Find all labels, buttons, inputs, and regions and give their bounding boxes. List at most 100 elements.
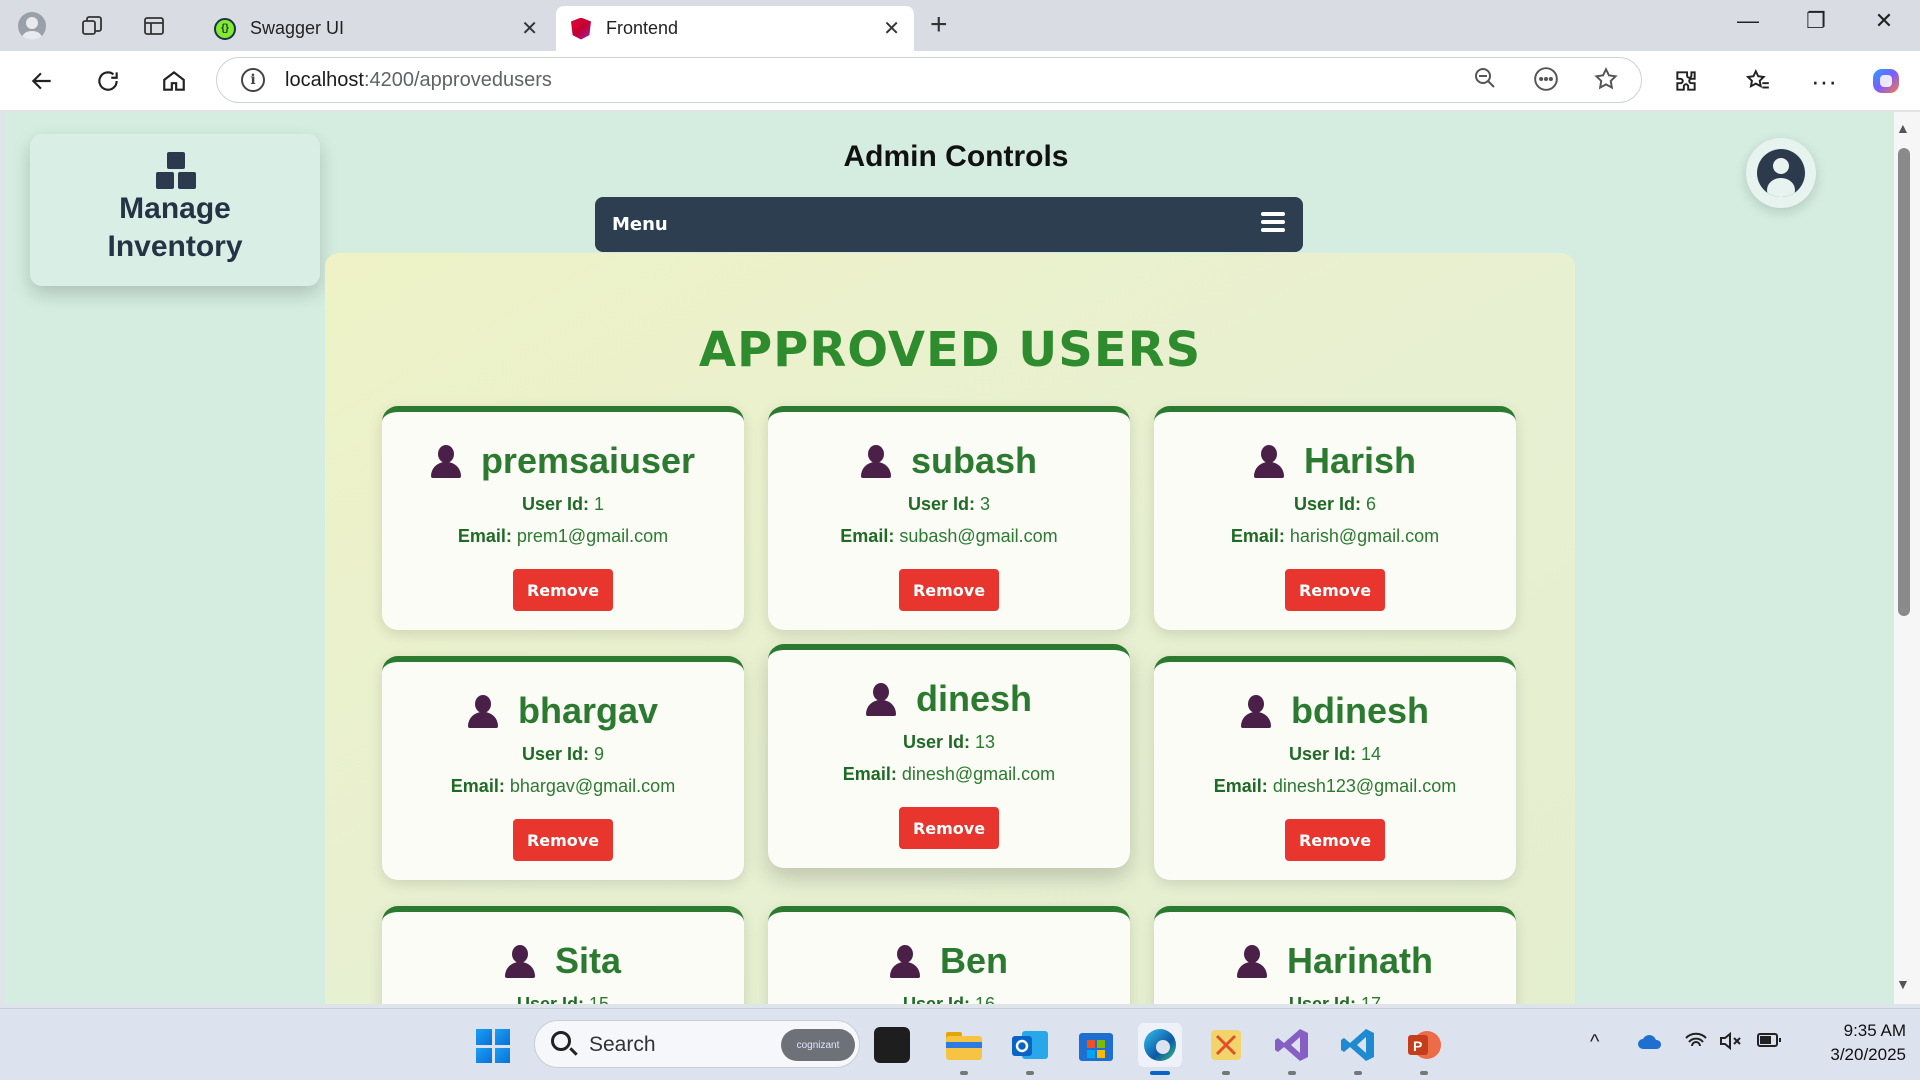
workspaces-icon[interactable] [74, 8, 110, 44]
site-info-icon[interactable]: i [241, 68, 265, 92]
wifi-icon[interactable] [1684, 1031, 1708, 1057]
user-id-field: User Id: 13 [768, 732, 1130, 753]
user-id-value: 6 [1366, 494, 1377, 514]
user-id-label: User Id: [1288, 994, 1356, 1004]
favorites-icon[interactable] [1740, 63, 1776, 99]
taskbar-search-box[interactable]: Search cognizant [534, 1020, 860, 1068]
email-label: Email: [457, 526, 512, 546]
volume-muted-icon[interactable] [1718, 1031, 1742, 1057]
visual-studio-icon[interactable] [1270, 1023, 1314, 1067]
user-card: Harinath User Id: 17 [1154, 906, 1516, 1004]
close-tab-icon[interactable]: ✕ [883, 16, 900, 41]
user-email-field: Email: prem1@gmail.com [382, 526, 744, 547]
user-icon [1236, 945, 1267, 978]
favorite-star-icon[interactable] [1593, 66, 1619, 98]
svg-text:P: P [1413, 1038, 1422, 1054]
menu-bar[interactable]: Menu [595, 197, 1303, 252]
restore-icon[interactable]: ❐ [1796, 8, 1836, 34]
user-id-label: User Id: [516, 994, 584, 1004]
task-view-icon[interactable] [874, 1027, 910, 1063]
url-host: localhost [285, 68, 364, 91]
remove-button[interactable]: Remove [513, 819, 613, 861]
user-card: Sita User Id: 15 [382, 906, 744, 1004]
scroll-up-arrow-icon[interactable]: ▲ [1896, 120, 1910, 136]
outlook-icon[interactable] [1008, 1023, 1052, 1067]
edge-browser-icon[interactable] [1138, 1023, 1182, 1067]
user-card: Harish User Id: 6 Email: harish@gmail.co… [1154, 406, 1516, 630]
url-path: :4200/approvedusers [363, 68, 552, 91]
page-header-title: Admin Controls [843, 140, 1069, 173]
user-id-label: User Id: [1288, 744, 1356, 764]
user-id-label: User Id: [521, 744, 589, 764]
clock-date: 3/20/2025 [1830, 1045, 1906, 1064]
battery-icon[interactable] [1756, 1031, 1782, 1055]
onedrive-icon[interactable] [1636, 1031, 1664, 1059]
remove-button[interactable]: Remove [513, 569, 613, 611]
file-explorer-icon[interactable] [942, 1023, 986, 1067]
menu-label: Menu [612, 214, 668, 235]
tab-swagger-ui[interactable]: {} Swagger UI ✕ [200, 6, 552, 51]
user-id-value: 3 [980, 494, 991, 514]
extensions-icon[interactable] [1668, 63, 1704, 99]
email-label: Email: [450, 776, 505, 796]
refresh-icon[interactable] [90, 63, 126, 99]
manage-inventory-label: Manage Inventory [107, 192, 243, 263]
remove-button[interactable]: Remove [899, 807, 999, 849]
profile-icon[interactable] [14, 8, 50, 44]
user-name: Sita [554, 940, 622, 981]
email-label: Email: [1213, 776, 1268, 796]
page-viewport: Manage Inventory Admin Controls Menu APP… [6, 112, 1894, 1004]
show-hidden-icons-chevron-icon[interactable]: ^ [1590, 1031, 1599, 1054]
remove-button[interactable]: Remove [1285, 569, 1385, 611]
zoom-out-icon[interactable] [1473, 66, 1497, 96]
powerpoint-icon[interactable]: P [1402, 1023, 1446, 1067]
user-id-field: User Id: 1 [382, 494, 744, 515]
user-id-value: 16 [975, 994, 996, 1004]
user-id-label: User Id: [907, 494, 975, 514]
user-icon [430, 445, 461, 478]
user-email-field: Email: dinesh@gmail.com [768, 764, 1130, 785]
user-name: bhargav [517, 690, 659, 731]
windows-start-icon[interactable] [476, 1029, 510, 1063]
email-label: Email: [1230, 526, 1285, 546]
user-id-label: User Id: [902, 732, 970, 752]
snipping-tool-icon[interactable] [1204, 1023, 1248, 1067]
scrollbar-thumb[interactable] [1898, 148, 1910, 616]
url-text[interactable]: localhost:4200/approvedusers [285, 69, 552, 92]
tab-actions-icon[interactable] [136, 8, 172, 44]
hamburger-menu-icon[interactable] [1261, 212, 1285, 232]
user-icon [889, 945, 920, 978]
remove-button[interactable]: Remove [899, 569, 999, 611]
new-tab-icon[interactable]: + [930, 8, 948, 42]
user-avatar-button[interactable] [1746, 138, 1816, 208]
cognizant-badge: cognizant [781, 1029, 855, 1061]
user-icon [1240, 695, 1271, 728]
close-window-icon[interactable]: ✕ [1864, 8, 1904, 34]
taskbar-clock[interactable]: 9:35 AM 3/20/2025 [1796, 1019, 1906, 1067]
user-card: subash User Id: 3 Email: subash@gmail.co… [768, 406, 1130, 630]
user-id-value: 1 [594, 494, 605, 514]
microsoft-store-icon[interactable] [1074, 1023, 1118, 1067]
tab-frontend[interactable]: Frontend ✕ [556, 6, 914, 51]
home-icon[interactable] [156, 63, 192, 99]
user-card: bdinesh User Id: 14 Email: dinesh123@gma… [1154, 656, 1516, 880]
user-id-field: User Id: 16 [768, 994, 1130, 1004]
user-icon [504, 945, 535, 978]
search-placeholder: Search [589, 1033, 656, 1056]
user-email-value: prem1@gmail.com [516, 526, 669, 546]
scroll-down-arrow-icon[interactable]: ▼ [1896, 976, 1910, 992]
user-icon [860, 445, 891, 478]
browser-tab-bar: {} Swagger UI ✕ Frontend ✕ + — ❐ ✕ [0, 0, 1920, 51]
copilot-icon[interactable] [1868, 63, 1904, 99]
user-email-value: bhargav@gmail.com [509, 776, 676, 796]
minimize-icon[interactable]: — [1728, 8, 1768, 34]
more-actions-icon[interactable] [1533, 66, 1559, 98]
address-bar[interactable]: i localhost:4200/approvedusers [216, 57, 1642, 103]
user-id-value: 14 [1361, 744, 1382, 764]
close-tab-icon[interactable]: ✕ [521, 16, 538, 41]
settings-more-icon[interactable]: ··· [1806, 63, 1842, 99]
vscode-icon[interactable] [1336, 1023, 1380, 1067]
email-label: Email: [842, 764, 897, 784]
back-arrow-icon[interactable] [24, 63, 60, 99]
remove-button[interactable]: Remove [1285, 819, 1385, 861]
